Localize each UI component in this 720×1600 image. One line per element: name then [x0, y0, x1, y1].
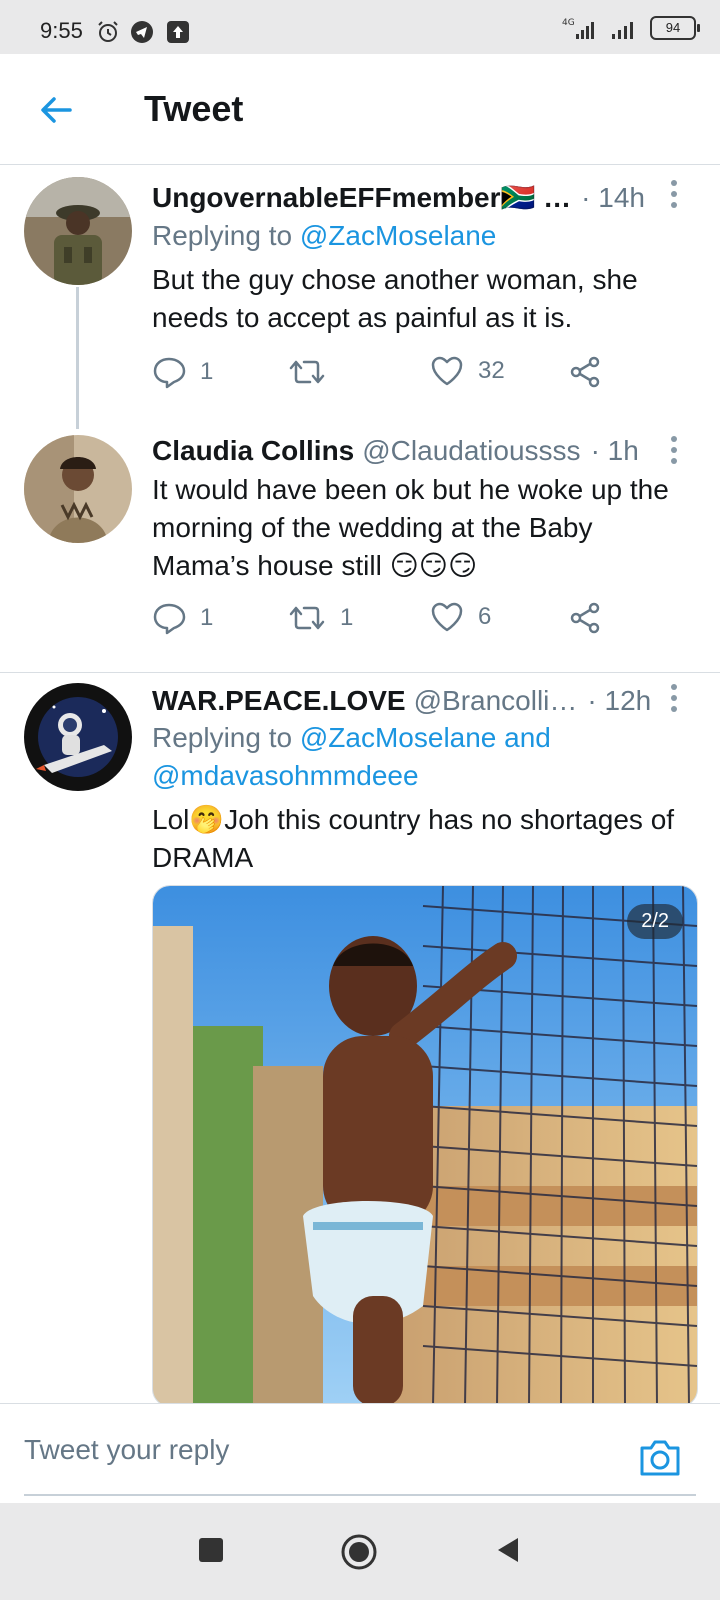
tweet-time: · 14h	[581, 182, 645, 213]
page-title: Tweet	[144, 88, 244, 129]
tweet-text: Lol🤭Joh this country has no shortages of…	[152, 804, 675, 873]
reply-button[interactable]: 1	[152, 601, 213, 635]
like-button[interactable]: 32	[430, 355, 505, 387]
replying-to: Replying to @ZacMoselane	[152, 220, 497, 251]
heart-icon	[431, 602, 463, 632]
reply-bar: Tweet your reply	[0, 1403, 720, 1504]
user-handle[interactable]: @Brancolli…	[414, 685, 578, 717]
tweet-time: · 1h	[590, 435, 639, 466]
signal-icon	[612, 22, 633, 39]
back-icon[interactable]	[494, 1535, 520, 1565]
display-name[interactable]: UngovernableEFFmember🇿🇦 …	[152, 181, 571, 214]
display-name[interactable]: WAR.PEACE.LOVE	[152, 685, 406, 717]
recent-apps-icon[interactable]	[196, 1535, 226, 1565]
avatar[interactable]	[24, 435, 132, 543]
mention-link[interactable]: @ZacMoselane	[300, 220, 497, 251]
media-count-badge: 2/2	[627, 904, 683, 939]
retweet-icon	[289, 360, 325, 384]
retweet-button[interactable]: 1	[288, 601, 353, 635]
tweet-actions: 1 1 6	[152, 601, 672, 641]
reply-icon	[153, 603, 186, 635]
replying-to: Replying to @ZacMoselane and @mdavasohmm…	[152, 722, 551, 791]
tweet-time: · 12h	[587, 685, 652, 716]
like-count: 32	[478, 357, 505, 384]
camera-icon[interactable]	[638, 1438, 682, 1478]
display-name[interactable]: Claudia Collins	[152, 435, 354, 467]
reply-button[interactable]: 1	[152, 355, 213, 389]
upload-icon	[167, 21, 189, 43]
telegram-icon	[131, 21, 153, 43]
tweet-header: WAR.PEACE.LOVE @Brancolli… · 12h	[152, 685, 651, 717]
status-right: 4G 94	[562, 16, 700, 40]
alarm-icon	[98, 21, 118, 42]
home-icon[interactable]	[340, 1533, 378, 1571]
tweet-media-image[interactable]: 2/2	[152, 885, 698, 1403]
heart-icon	[431, 356, 463, 386]
share-icon	[570, 602, 600, 634]
like-button[interactable]: 6	[430, 601, 491, 633]
retweet-count: 1	[340, 604, 354, 631]
avatar[interactable]	[24, 177, 132, 285]
status-bar: 9:55 4G 94	[0, 0, 720, 54]
battery-icon: 94	[650, 16, 700, 40]
share-button[interactable]	[568, 601, 602, 635]
thread-connector	[76, 287, 79, 429]
more-options-icon[interactable]	[668, 683, 680, 713]
tweet-item[interactable]: UngovernableEFFmember🇿🇦 … · 14h Replying…	[0, 165, 720, 429]
share-button[interactable]	[568, 355, 602, 389]
signal-4g-icon: 4G	[562, 18, 594, 39]
tweet-item[interactable]: Claudia Collins @Claudatioussss · 1h It …	[0, 425, 720, 657]
reply-count: 1	[200, 358, 214, 385]
avatar[interactable]	[24, 683, 132, 791]
tweet-text: But the guy chose another woman, she nee…	[152, 264, 638, 333]
reply-count: 1	[200, 604, 214, 631]
tweet-item[interactable]: WAR.PEACE.LOVE @Brancolli… · 12h Replyin…	[0, 673, 720, 1403]
share-icon	[570, 356, 600, 388]
svg-text:4G: 4G	[562, 18, 575, 28]
reply-underline	[24, 1494, 696, 1496]
reply-input[interactable]: Tweet your reply	[24, 1434, 229, 1466]
tweet-text: It would have been ok but he woke up the…	[152, 474, 669, 581]
tweet-thread[interactable]: UngovernableEFFmember🇿🇦 … · 14h Replying…	[0, 165, 720, 1403]
reply-icon	[153, 357, 186, 389]
more-options-icon[interactable]	[668, 179, 680, 209]
app-header: Tweet	[0, 54, 720, 165]
retweet-icon	[289, 606, 325, 630]
tweet-actions: 1 32	[152, 355, 672, 395]
tweet-header: Claudia Collins @Claudatioussss · 1h	[152, 435, 639, 467]
status-time: 9:55	[40, 18, 83, 43]
more-options-icon[interactable]	[668, 435, 680, 465]
user-handle[interactable]: @Claudatioussss	[362, 435, 580, 467]
system-nav-bar	[0, 1503, 720, 1600]
like-count: 6	[478, 603, 492, 630]
tweet-header: UngovernableEFFmember🇿🇦 … · 14h	[152, 181, 645, 214]
retweet-button[interactable]	[288, 355, 340, 389]
back-arrow-icon[interactable]	[34, 88, 78, 132]
